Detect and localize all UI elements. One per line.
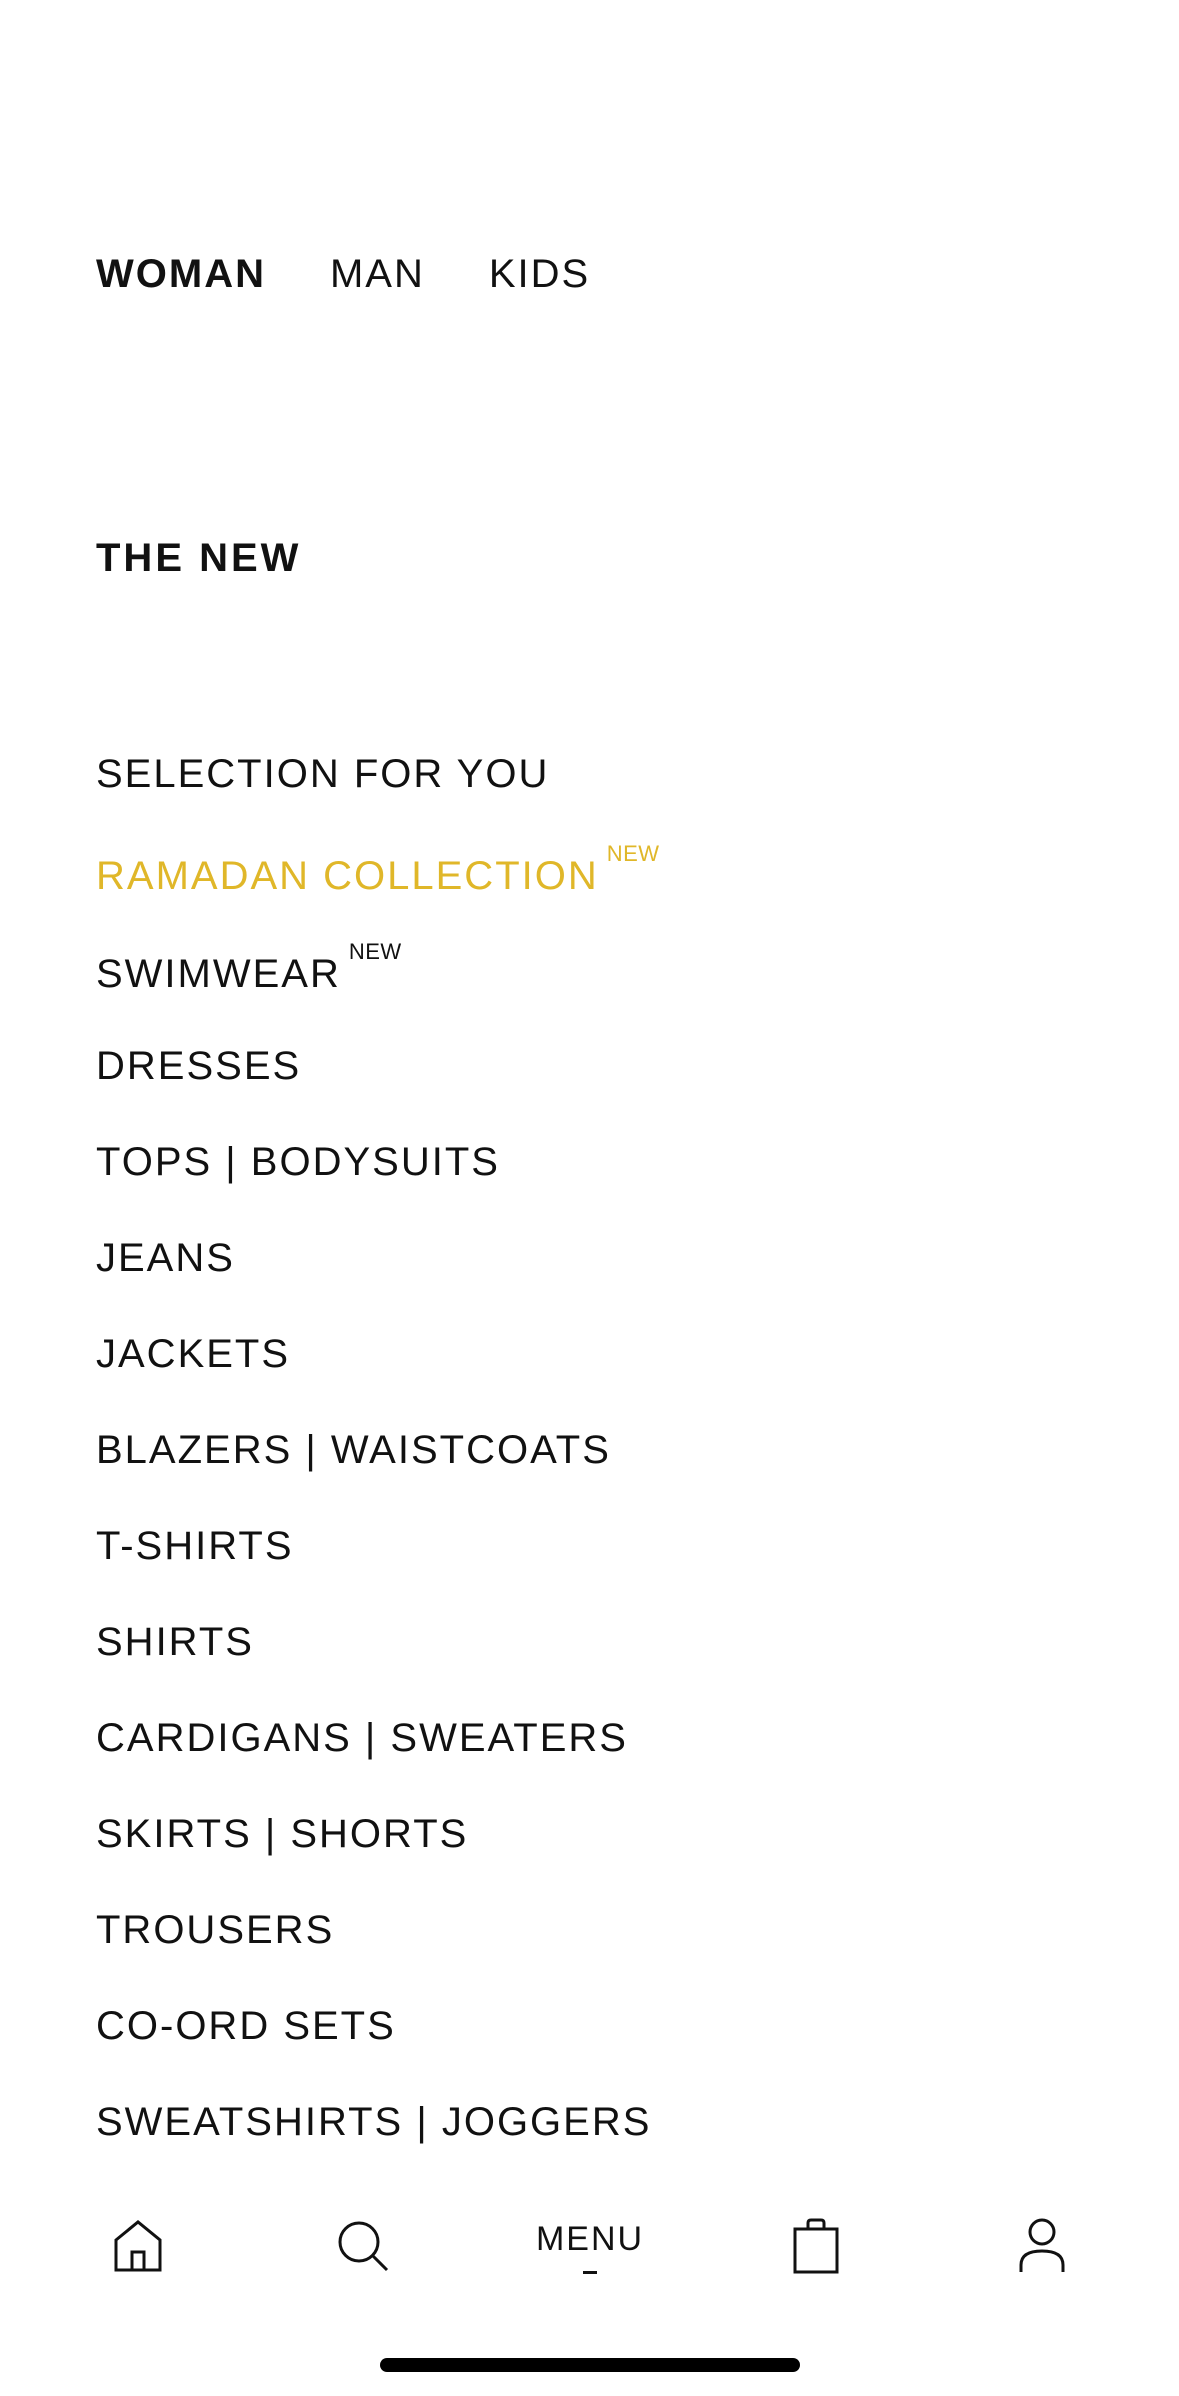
category-dresses[interactable]: DRESSES <box>96 1038 301 1094</box>
category-cardigans-sweaters[interactable]: CARDIGANS | SWEATERS <box>96 1710 628 1766</box>
category-label: CARDIGANS | SWEATERS <box>96 1716 628 1760</box>
category-label: SELECTION FOR YOU <box>96 752 550 796</box>
category-swimwear[interactable]: SWIMWEAR NEW <box>96 939 402 1008</box>
category-tops-bodysuits[interactable]: TOPS | BODYSUITS <box>96 1134 500 1190</box>
category-jackets[interactable]: JACKETS <box>96 1326 290 1382</box>
tab-woman[interactable]: WOMAN <box>96 246 266 302</box>
category-jeans[interactable]: JEANS <box>96 1230 235 1286</box>
category-sweatshirts-joggers[interactable]: SWEATSHIRTS | JOGGERS <box>96 2094 651 2150</box>
user-icon <box>1019 2218 1065 2272</box>
category-label: T-SHIRTS <box>96 1524 294 1568</box>
category-label: TROUSERS <box>96 1908 335 1952</box>
category-label: TOPS | BODYSUITS <box>96 1140 500 1184</box>
category-selection-for-you[interactable]: SELECTION FOR YOU <box>96 746 549 802</box>
menu-label: MENU <box>535 2219 645 2258</box>
category-label: JACKETS <box>96 1332 291 1376</box>
category-ramadan-collection[interactable]: RAMADAN COLLECTION NEW <box>96 841 660 910</box>
category-label: SWIMWEAR <box>96 952 341 996</box>
category-label: DRESSES <box>96 1044 302 1088</box>
home-icon <box>114 2220 162 2272</box>
tab-man[interactable]: MAN <box>330 246 425 302</box>
new-badge: NEW <box>348 939 402 964</box>
nav-menu-button[interactable]: MENU <box>480 2206 700 2286</box>
nav-account-button[interactable] <box>1002 2206 1082 2286</box>
bottom-nav-bar: MENU <box>0 2180 1179 2310</box>
shopping-bag-icon <box>793 2218 839 2274</box>
category-label: JEANS <box>96 1236 235 1280</box>
category-label: SKIRTS | SHORTS <box>96 1812 469 1856</box>
category-blazers-waistcoats[interactable]: BLAZERS | WAISTCOATS <box>96 1422 611 1478</box>
category-co-ord-sets[interactable]: CO-ORD SETS <box>96 1998 396 2054</box>
nav-search-button[interactable] <box>323 2206 403 2286</box>
gender-tabs: WOMAN MAN KIDS <box>96 246 590 302</box>
category-label: BLAZERS | WAISTCOATS <box>96 1428 611 1472</box>
category-label: CO-ORD SETS <box>96 2004 396 2048</box>
category-skirts-shorts[interactable]: SKIRTS | SHORTS <box>96 1806 468 1862</box>
home-indicator <box>380 2358 800 2372</box>
new-badge: NEW <box>606 841 660 866</box>
tab-kids[interactable]: KIDS <box>489 246 590 302</box>
category-t-shirts[interactable]: T-SHIRTS <box>96 1518 294 1574</box>
category-label: SHIRTS <box>96 1620 254 1664</box>
menu-active-indicator <box>583 2270 597 2274</box>
section-title-the-new[interactable]: THE NEW <box>96 530 301 586</box>
nav-bag-button[interactable] <box>776 2206 856 2286</box>
category-trousers[interactable]: TROUSERS <box>96 1902 334 1958</box>
category-shirts[interactable]: SHIRTS <box>96 1614 254 1670</box>
category-label: SWEATSHIRTS | JOGGERS <box>96 2100 652 2144</box>
search-icon <box>338 2221 389 2272</box>
nav-home-button[interactable] <box>98 2206 178 2286</box>
category-label: RAMADAN COLLECTION <box>96 854 599 898</box>
